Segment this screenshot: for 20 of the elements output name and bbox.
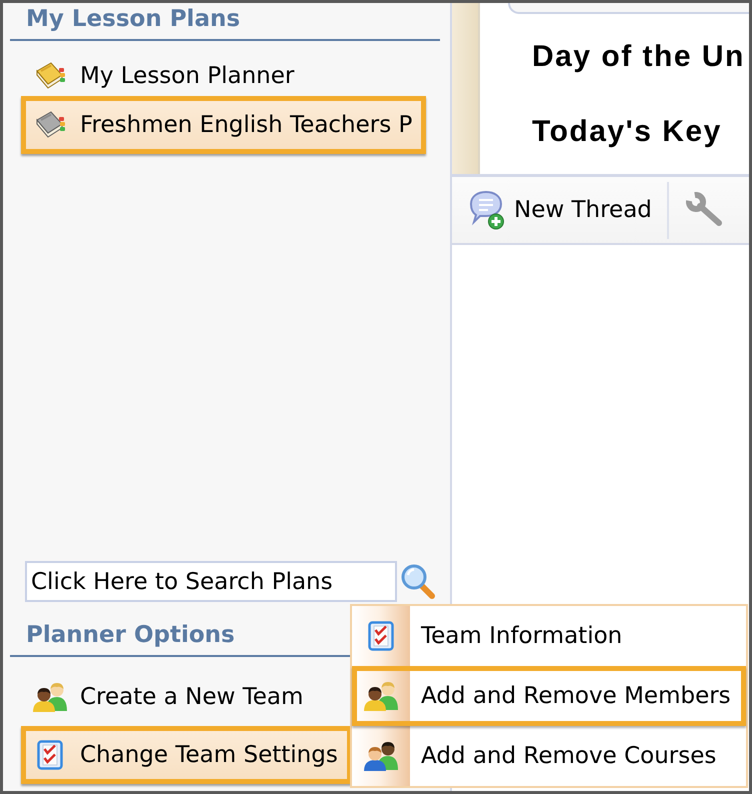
people-icon [363, 680, 399, 712]
people-icon [32, 681, 68, 713]
sidebar-item[interactable]: Freshmen English Teachers P [21, 96, 426, 154]
new-thread-button[interactable]: New Thread [462, 184, 658, 236]
wrench-icon[interactable] [686, 192, 724, 228]
people-icon [363, 740, 399, 772]
section-heading: Planner Options [26, 621, 235, 650]
checklist-icon [37, 740, 63, 770]
checklist-icon [368, 621, 394, 651]
search-field[interactable]: Click Here to Search Plans [25, 561, 397, 602]
search-icon[interactable] [400, 563, 436, 600]
chat-bubble-plus-icon [468, 190, 505, 230]
sidebar-item[interactable]: Change Team Settings [21, 726, 352, 784]
book-icon [35, 61, 65, 91]
sidebar-item[interactable]: Create a New Team [21, 668, 318, 726]
section-heading: My Lesson Plans [26, 5, 240, 34]
content-heading: Day of the Un [532, 39, 745, 75]
menu-item[interactable]: Add and Remove Members [352, 666, 746, 726]
book-icon [35, 110, 65, 140]
content-heading: Today's Key [532, 114, 722, 150]
